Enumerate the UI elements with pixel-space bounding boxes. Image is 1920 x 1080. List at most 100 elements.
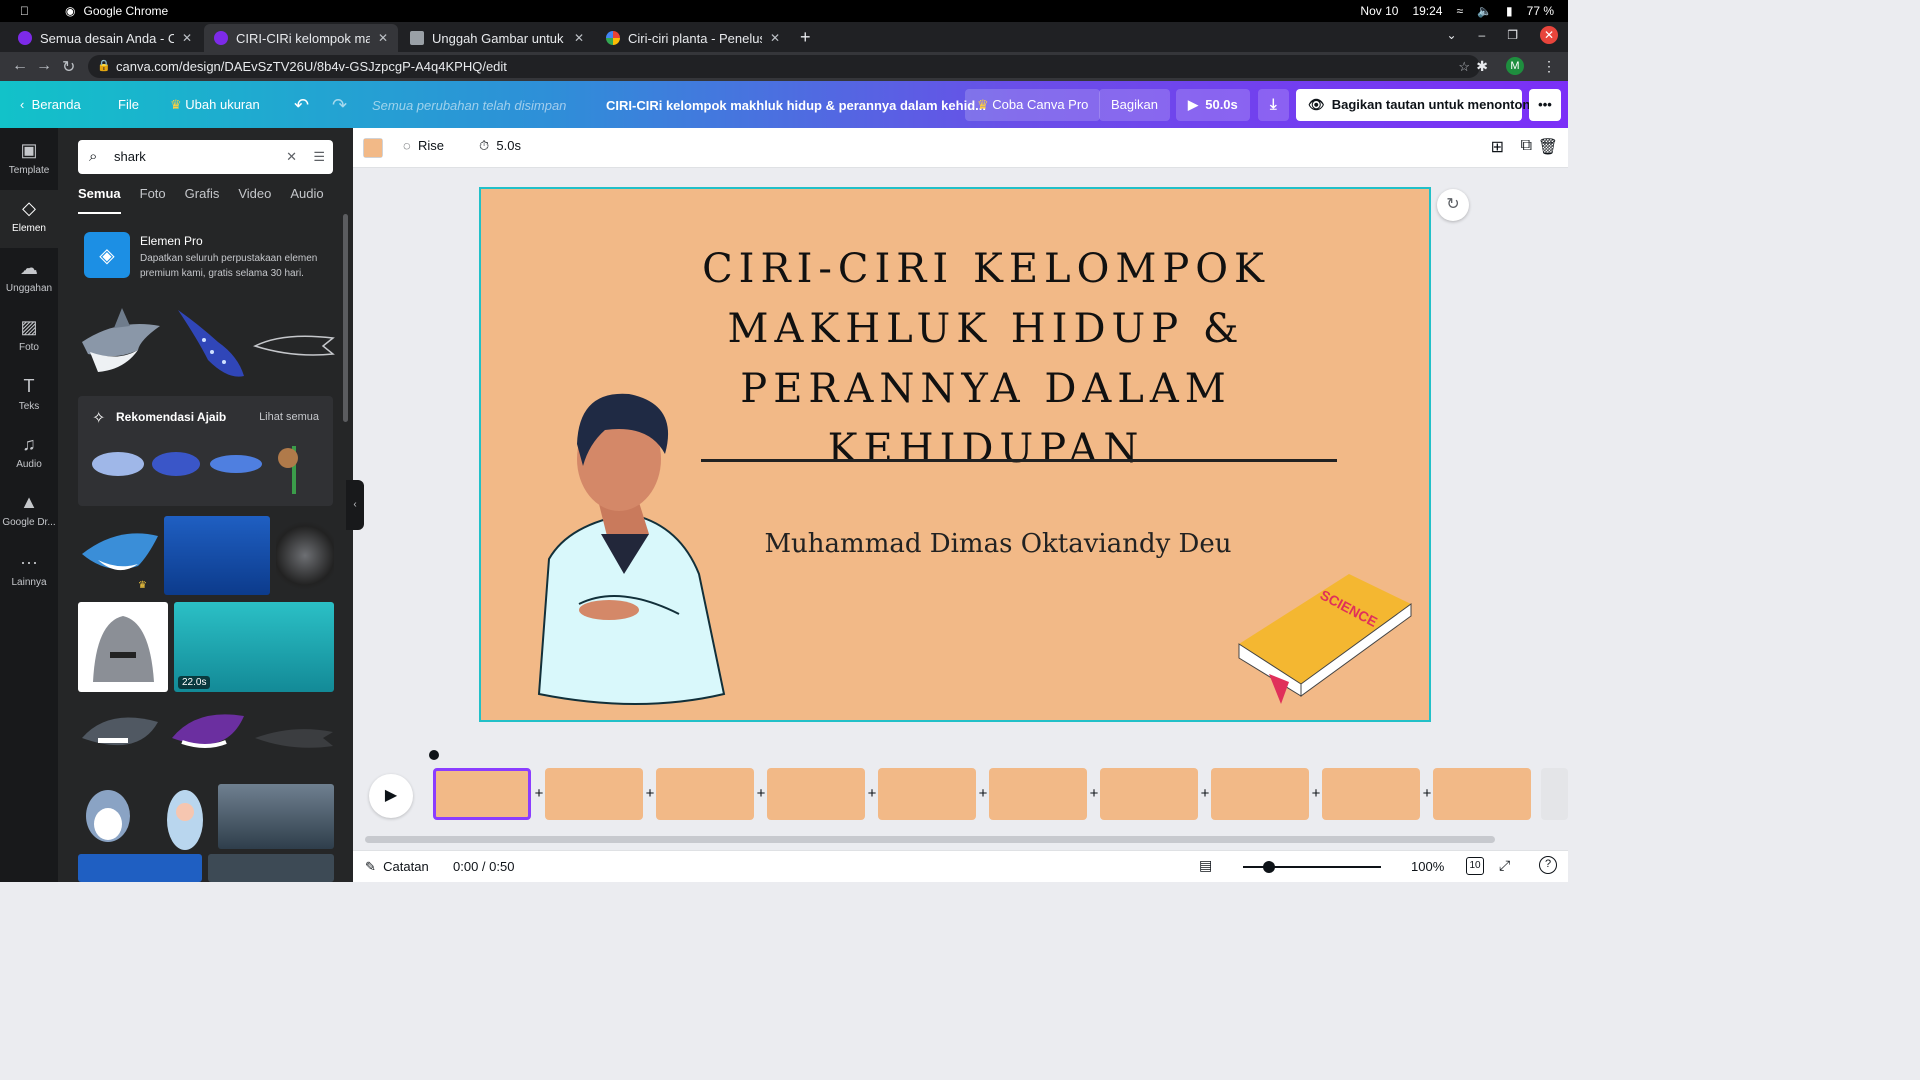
apple-icon[interactable]:  bbox=[20, 4, 29, 18]
whale-shark-mini-result[interactable] bbox=[150, 444, 202, 484]
background-color-swatch[interactable] bbox=[363, 138, 383, 158]
zoom-level[interactable]: 100% bbox=[1411, 859, 1444, 874]
shark-mini-result[interactable] bbox=[208, 448, 264, 480]
zoom-slider[interactable] bbox=[1243, 861, 1381, 873]
rail-item-uploads[interactable]: ☁ Unggahan bbox=[0, 258, 58, 308]
home-button[interactable]: ‹ Beranda bbox=[8, 89, 93, 121]
timing-button[interactable]: ⏱ 5.0s bbox=[479, 138, 521, 154]
help-icon[interactable]: ? bbox=[1539, 856, 1557, 874]
more-options-button[interactable]: ••• bbox=[1529, 89, 1561, 121]
tab-audio[interactable]: Audio bbox=[290, 186, 323, 214]
cute-shark-graphic[interactable] bbox=[78, 786, 140, 846]
lock-icon[interactable]: 🔒 bbox=[97, 55, 111, 78]
play-timeline-button[interactable]: ▶ bbox=[369, 774, 413, 818]
clear-search-icon[interactable]: ✕ bbox=[286, 140, 297, 174]
shark-mouth-photo[interactable] bbox=[276, 516, 334, 595]
reload-icon[interactable]: ↻ bbox=[62, 57, 75, 77]
file-menu-button[interactable]: File bbox=[106, 89, 151, 121]
science-book-illustration[interactable]: SCIENCE bbox=[1229, 564, 1419, 714]
underwater-shark-photo[interactable] bbox=[164, 516, 270, 595]
url-field[interactable]: 🔒 canva.com/design/DAEvSzTV26U/8b4v-GSJz… bbox=[88, 55, 1480, 78]
profile-avatar[interactable]: M bbox=[1506, 57, 1524, 75]
browser-tab-google-search[interactable]: Ciri-ciri planta - Penelusuran ✕ bbox=[596, 24, 790, 52]
page-thumbnail-8[interactable] bbox=[1211, 768, 1309, 820]
close-tab-icon[interactable]: ✕ bbox=[378, 31, 388, 45]
duplicate-page-icon[interactable]: ⧉ bbox=[1521, 137, 1532, 155]
try-pro-button[interactable]: ♛ Coba Canva Pro bbox=[965, 89, 1101, 121]
rail-item-template[interactable]: ▣ Template bbox=[0, 140, 58, 190]
slide-divider-line[interactable] bbox=[701, 459, 1337, 462]
document-title[interactable]: CIRI-CIRi kelompok makhluk hidup & peran… bbox=[606, 98, 986, 113]
playhead-marker[interactable] bbox=[429, 750, 439, 760]
tab-all[interactable]: Semua bbox=[78, 186, 121, 214]
rail-item-text[interactable]: T Teks bbox=[0, 376, 58, 426]
rotate-refresh-icon[interactable]: ↻ bbox=[1437, 189, 1469, 221]
fullscreen-icon[interactable]: ⤢ bbox=[1499, 857, 1510, 874]
battery-icon[interactable]: ▮ bbox=[1506, 4, 1513, 18]
rail-item-photos[interactable]: ▨ Foto bbox=[0, 317, 58, 367]
rail-item-audio[interactable]: ♫ Audio bbox=[0, 434, 58, 484]
rock-shark-graphic[interactable] bbox=[78, 602, 168, 692]
share-link-button[interactable]: 👁 Bagikan tautan untuk menonton bbox=[1296, 89, 1530, 121]
volume-icon[interactable]: 🔈 bbox=[1477, 4, 1492, 18]
tab-search-icon[interactable]: ⌄ bbox=[1446, 28, 1456, 42]
delete-page-icon[interactable]: 🗑 bbox=[1538, 137, 1558, 157]
angry-shark-graphic[interactable] bbox=[78, 698, 162, 780]
whale-shark-graphic-result[interactable] bbox=[168, 300, 248, 384]
rail-item-google-drive[interactable]: ▲ Google Dr... bbox=[0, 492, 58, 542]
grid-view-icon[interactable]: ▤ bbox=[1199, 857, 1212, 874]
close-tab-icon[interactable]: ✕ bbox=[770, 31, 780, 45]
tab-graphics[interactable]: Grafis bbox=[185, 186, 220, 214]
close-tab-icon[interactable]: ✕ bbox=[574, 31, 584, 45]
partial-result-photo[interactable] bbox=[208, 854, 334, 882]
shark-graphic-result[interactable] bbox=[78, 300, 162, 382]
pro-elements-promo[interactable]: ◈ Elemen Pro Dapatkan seluruh perpustaka… bbox=[78, 228, 333, 288]
minimize-icon[interactable]: – bbox=[1479, 28, 1486, 42]
zoom-slider-handle[interactable] bbox=[1263, 861, 1275, 873]
browser-tab-upload[interactable]: Unggah Gambar untuk Membuat ✕ bbox=[400, 24, 594, 52]
rail-item-more[interactable]: ··· Lainnya bbox=[0, 552, 58, 602]
page-count-button[interactable]: 10 bbox=[1466, 857, 1484, 875]
bookmark-star-icon[interactable]: ☆ bbox=[1458, 55, 1470, 78]
browser-tab-all-designs[interactable]: Semua desain Anda - Canva ✕ bbox=[8, 24, 202, 52]
search-input[interactable]: ⌕ shark ✕ ☰ bbox=[78, 140, 333, 174]
page-thumbnail-10[interactable] bbox=[1433, 768, 1531, 820]
new-tab-icon[interactable]: + bbox=[800, 27, 811, 48]
back-icon[interactable]: ← bbox=[12, 57, 28, 75]
page-thumbnail-2[interactable] bbox=[545, 768, 643, 820]
undo-icon[interactable]: ↶ bbox=[282, 89, 321, 121]
forward-icon[interactable]: → bbox=[36, 57, 52, 75]
collapse-panel-icon[interactable]: ‹ bbox=[346, 480, 364, 530]
whale-graphic-result[interactable] bbox=[90, 446, 146, 482]
shark-underwater-photo[interactable] bbox=[218, 784, 334, 849]
page-thumbnail-3[interactable] bbox=[656, 768, 754, 820]
present-button[interactable]: ▶ 50.0s bbox=[1176, 89, 1250, 121]
resize-button[interactable]: ♛ Ubah ukuran bbox=[158, 89, 272, 121]
maximize-icon[interactable]: ❐ bbox=[1507, 28, 1518, 42]
page-thumbnail-7[interactable] bbox=[1100, 768, 1198, 820]
redo-icon[interactable]: ↷ bbox=[320, 89, 359, 121]
koala-graphic-result[interactable] bbox=[274, 440, 314, 496]
page-thumbnail-6[interactable] bbox=[989, 768, 1087, 820]
page-thumbnail-1[interactable] bbox=[433, 768, 531, 820]
shark-silhouette-graphic[interactable] bbox=[253, 718, 335, 758]
add-page-tile[interactable] bbox=[1541, 768, 1568, 820]
share-button[interactable]: Bagikan bbox=[1099, 89, 1170, 121]
close-window-icon[interactable]: ✕ bbox=[1540, 26, 1558, 44]
scientist-illustration[interactable] bbox=[509, 384, 729, 709]
shark-outline-graphic-result[interactable] bbox=[253, 318, 335, 368]
close-tab-icon[interactable]: ✕ bbox=[182, 31, 192, 45]
ocean-video-result[interactable]: 22.0s bbox=[174, 602, 334, 692]
tab-videos[interactable]: Video bbox=[238, 186, 271, 214]
wifi-icon[interactable]: ≈ bbox=[1456, 4, 1463, 18]
animation-button[interactable]: ◌ Rise bbox=[403, 138, 444, 153]
slide-canvas[interactable]: CIRI-CIRI KELOMPOK MAKHLUK HIDUP & PERAN… bbox=[479, 187, 1431, 722]
page-thumbnail-9[interactable] bbox=[1322, 768, 1420, 820]
notes-button[interactable]: ✎ Catatan bbox=[365, 859, 429, 875]
purple-shark-graphic[interactable] bbox=[166, 698, 246, 774]
page-thumbnail-4[interactable] bbox=[767, 768, 865, 820]
filter-icon[interactable]: ☰ bbox=[313, 140, 325, 174]
cartoon-shark-result[interactable]: ♛ bbox=[78, 516, 160, 592]
shark-costume-graphic[interactable] bbox=[162, 786, 208, 852]
timeline-scrollbar[interactable] bbox=[365, 836, 1495, 843]
